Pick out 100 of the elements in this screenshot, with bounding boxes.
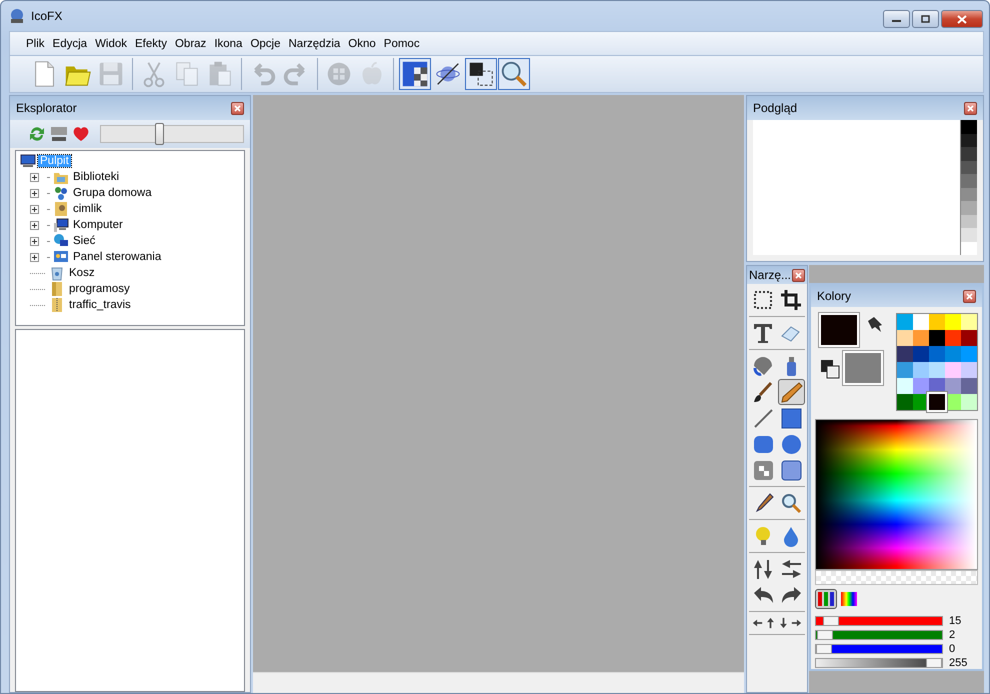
- spectrum-drawing[interactable]: [815, 419, 978, 570]
- favorites-button[interactable]: [72, 125, 90, 143]
- tree-item[interactable]: cimlik: [71, 203, 104, 215]
- palette-swatch[interactable]: [945, 378, 961, 394]
- slider-value: 255: [949, 656, 968, 668]
- shade-swatch[interactable]: [961, 160, 977, 174]
- channel-slider[interactable]: [815, 616, 943, 626]
- tree-item[interactable]: traffic_travis: [67, 299, 133, 311]
- palette-swatch[interactable]: [929, 330, 945, 346]
- background-color-swatch[interactable]: [843, 351, 883, 386]
- shade-swatch[interactable]: [961, 120, 977, 134]
- mode-button[interactable]: [815, 589, 837, 609]
- palette-swatch[interactable]: [945, 314, 961, 330]
- shade-swatch[interactable]: [961, 214, 977, 228]
- refresh-icon: [28, 125, 46, 143]
- labels-button[interactable]: [50, 125, 68, 143]
- tree-item[interactable]: Kosz: [67, 267, 97, 279]
- expand-icon[interactable]: [30, 252, 39, 262]
- minimize-button[interactable]: [883, 10, 910, 28]
- slider-thumb[interactable]: [817, 630, 834, 640]
- channel-slider[interactable]: [815, 644, 943, 654]
- slider-thumb[interactable]: [816, 644, 832, 654]
- expand-icon[interactable]: [30, 220, 39, 230]
- toolbar-button[interactable]: [399, 58, 431, 90]
- heart-icon: [72, 125, 90, 143]
- expand-icon[interactable]: [30, 236, 39, 246]
- palette-swatch[interactable]: [913, 314, 929, 330]
- refresh-button[interactable]: [28, 125, 46, 143]
- slider-thumb[interactable]: [155, 123, 164, 145]
- tree-item[interactable]: Grupa domowa: [71, 187, 154, 199]
- palette-swatch[interactable]: [913, 346, 929, 362]
- zoom-slider[interactable]: [100, 125, 244, 143]
- shade-swatch[interactable]: [961, 188, 977, 201]
- menu-item[interactable]: Efekty: [131, 38, 171, 50]
- panel-title: Eksplorator: [16, 101, 77, 115]
- slider-value: 0: [949, 642, 956, 654]
- tree-item[interactable]: Biblioteki: [71, 171, 122, 183]
- palette-swatch[interactable]: [961, 394, 977, 410]
- palette-swatch[interactable]: [929, 346, 945, 362]
- maximize-button[interactable]: [912, 10, 939, 28]
- slider-value: 2: [949, 628, 956, 640]
- expand-icon[interactable]: [30, 172, 39, 182]
- tree-item[interactable]: Komputer: [71, 219, 125, 231]
- palette-swatch[interactable]: [945, 362, 961, 378]
- palette-swatch[interactable]: [945, 330, 961, 346]
- palette-swatch[interactable]: [897, 330, 913, 346]
- palette-swatch[interactable]: [897, 362, 913, 378]
- menu-item[interactable]: Widok: [91, 38, 132, 50]
- expand-icon[interactable]: [30, 188, 39, 198]
- pencil-icon: [778, 380, 804, 404]
- menu-item[interactable]: Narzędzia: [284, 38, 344, 50]
- palette-swatch[interactable]: [961, 346, 977, 362]
- palette-swatch[interactable]: [929, 362, 945, 378]
- palette-swatch[interactable]: [913, 378, 929, 394]
- channel-slider[interactable]: [815, 658, 943, 668]
- maximize-icon: [921, 15, 930, 23]
- tree-item[interactable]: Panel sterowania: [71, 251, 164, 263]
- palette-swatch[interactable]: [929, 394, 945, 410]
- shade-swatch[interactable]: [961, 201, 977, 214]
- close-icon: [794, 270, 803, 280]
- crop-icon: [778, 288, 804, 312]
- tool-button[interactable]: [778, 379, 804, 405]
- menu-item[interactable]: Okno: [344, 38, 380, 50]
- menu-item[interactable]: Plik: [22, 38, 49, 50]
- tree-item[interactable]: programosy: [67, 283, 132, 295]
- shade-swatch[interactable]: [961, 228, 977, 242]
- shade-swatch[interactable]: [961, 174, 977, 188]
- palette-swatch[interactable]: [961, 362, 977, 378]
- menu-item[interactable]: Obraz: [170, 38, 210, 50]
- channel-slider[interactable]: [815, 630, 943, 640]
- close-button[interactable]: [231, 102, 244, 114]
- palette-swatch[interactable]: [945, 346, 961, 362]
- shade-swatch[interactable]: [961, 147, 977, 160]
- palette-swatch[interactable]: [913, 330, 929, 346]
- menu-item[interactable]: Pomoc: [380, 38, 424, 50]
- close-button[interactable]: [941, 10, 983, 28]
- mode-button[interactable]: [838, 589, 860, 609]
- palette-swatch[interactable]: [961, 378, 977, 394]
- menu-item[interactable]: Edycja: [48, 38, 92, 50]
- tree-item[interactable]: Sieć: [71, 235, 98, 247]
- shade-swatch[interactable]: [961, 134, 977, 147]
- palette-swatch[interactable]: [929, 314, 945, 330]
- slider-thumb[interactable]: [926, 658, 942, 668]
- panel-title: Narzę...: [749, 268, 792, 282]
- palette-swatch[interactable]: [897, 394, 913, 410]
- close-button[interactable]: [792, 268, 805, 282]
- palette-swatch[interactable]: [913, 362, 929, 378]
- palette-swatch[interactable]: [897, 346, 913, 362]
- menu-item[interactable]: Opcje: [246, 38, 284, 50]
- palette-swatch[interactable]: [961, 330, 977, 346]
- palette-swatch[interactable]: [897, 378, 913, 394]
- close-button[interactable]: [963, 290, 976, 303]
- toolbar-button[interactable]: [465, 58, 497, 90]
- close-button[interactable]: [964, 102, 977, 114]
- palette-swatch[interactable]: [897, 314, 913, 330]
- foreground-color-swatch[interactable]: [819, 313, 859, 348]
- expand-icon[interactable]: [30, 204, 39, 214]
- palette-swatch[interactable]: [961, 314, 977, 330]
- menu-item[interactable]: Ikona: [210, 38, 246, 50]
- slider-thumb[interactable]: [822, 616, 839, 626]
